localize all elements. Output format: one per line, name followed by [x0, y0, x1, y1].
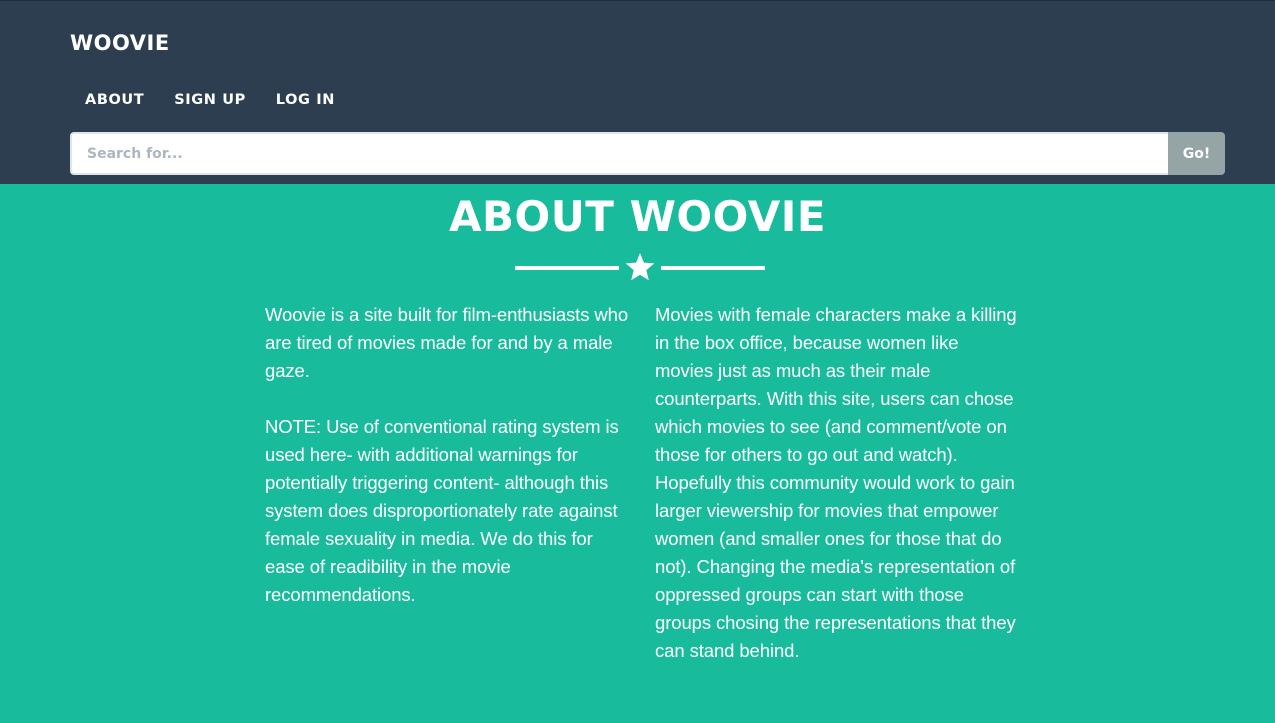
about-title: ABOUT WOOVIE [448, 192, 827, 241]
divider-line-right [661, 266, 765, 270]
nav-link-sign-up[interactable]: SIGN UP [159, 92, 261, 108]
search-go-button[interactable]: Go! [1168, 132, 1225, 175]
about-paragraph-intro: Woovie is a site built for film-enthusia… [265, 304, 629, 381]
star-divider [515, 252, 765, 282]
search-bar: Go! [70, 132, 1225, 175]
about-paragraph-mission: Movies with female characters make a kil… [655, 304, 1017, 661]
about-paragraph-note: NOTE: Use of conventional rating system … [265, 416, 619, 605]
nav-link-about[interactable]: ABOUT [70, 92, 159, 108]
search-input[interactable] [70, 132, 1168, 175]
about-section: ABOUT WOOVIE Woovie is a site built for … [0, 184, 1275, 723]
star-icon [625, 253, 655, 281]
divider-line-left [515, 266, 619, 270]
nav-link-log-in[interactable]: LOG IN [261, 92, 350, 108]
brand-logo-link[interactable]: WOOVIE [70, 31, 170, 55]
nav-links: ABOUT SIGN UP LOG IN [70, 92, 350, 108]
about-column-left: Woovie is a site built for film-enthusia… [265, 301, 630, 637]
about-column-right: Movies with female characters make a kil… [655, 301, 1020, 693]
top-navbar: WOOVIE ABOUT SIGN UP LOG IN Go! [0, 0, 1275, 184]
